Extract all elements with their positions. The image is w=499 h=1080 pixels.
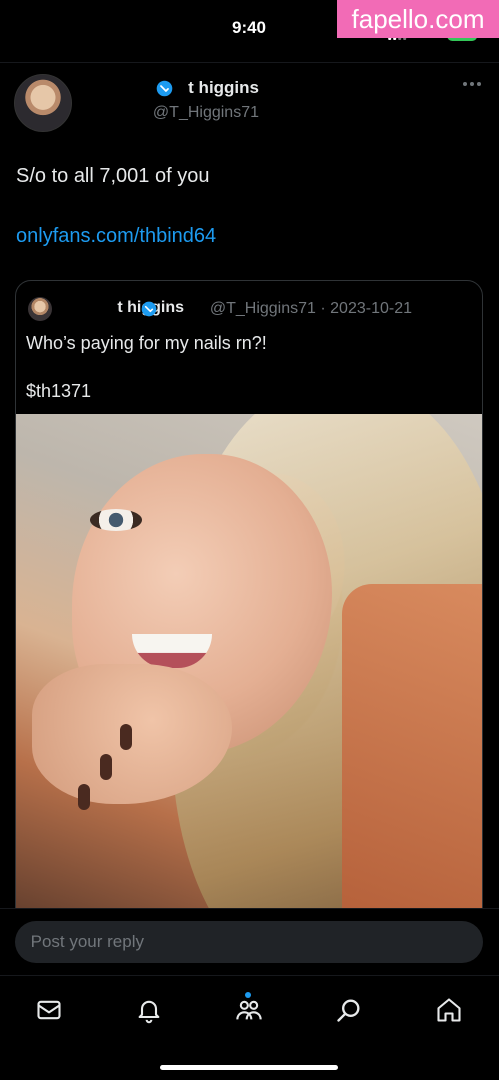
- status-time: 9:40: [231, 18, 267, 37]
- reply-placeholder: Post your reply: [31, 932, 145, 951]
- quote-avatar: [28, 297, 52, 321]
- quote-photo[interactable]: [15, 414, 482, 930]
- photo-eye: [90, 509, 142, 531]
- verified-badge-icon: [156, 80, 173, 97]
- home-indicator[interactable]: [160, 1065, 338, 1070]
- photo-nail: [100, 754, 112, 780]
- quote-cashtag[interactable]: $th1371: [26, 381, 470, 402]
- tweet-text: S/o to all 7,001 of you: [16, 165, 210, 187]
- more-options-icon[interactable]: [463, 82, 481, 86]
- quote-meta: @T_Higgins71 · 2023-10-21: [209, 300, 412, 317]
- mirrored-screen: 9:40 5G+ 100 t higgins @T_Higgins71 S/o …: [0, 0, 499, 1080]
- quoted-tweet[interactable]: t higgins @T_Higgins71 · 2023-10-21 Who’…: [15, 280, 483, 930]
- quote-text: Who’s paying for my nails rn?!: [26, 333, 267, 353]
- quote-verified-badge-icon: [141, 301, 157, 317]
- messages-icon[interactable]: [29, 990, 69, 1030]
- avatar[interactable]: [14, 74, 72, 132]
- notifications-icon[interactable]: [129, 990, 169, 1030]
- reply-area: Post your reply: [0, 908, 499, 974]
- search-icon[interactable]: [329, 990, 369, 1030]
- reply-input[interactable]: Post your reply: [15, 921, 483, 963]
- notification-dot: [245, 992, 251, 998]
- home-icon[interactable]: [429, 990, 469, 1030]
- author-handle[interactable]: @T_Higgins71: [84, 104, 259, 122]
- header-divider: [0, 62, 499, 63]
- communities-icon[interactable]: [229, 990, 269, 1030]
- watermark: fapello.com: [337, 0, 499, 38]
- photo-nail: [120, 724, 132, 750]
- photo-nail: [78, 784, 90, 810]
- tweet-link[interactable]: onlyfans.com/thbind64: [16, 225, 483, 248]
- photo-clothing: [342, 584, 482, 930]
